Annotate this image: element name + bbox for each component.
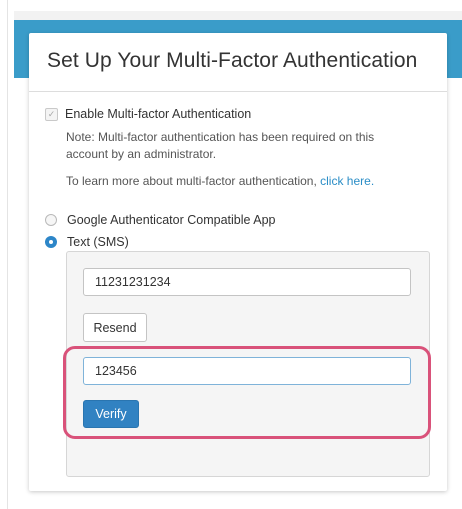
resend-button[interactable]: Resend [83,313,147,342]
enable-mfa-checkbox[interactable]: ✓ [45,107,58,121]
window-left-edge [7,0,8,509]
click-here-link[interactable]: click here. [320,174,374,188]
sms-verification-box: Resend Verify [66,251,430,477]
verify-button[interactable]: Verify [83,400,139,428]
required-note: Note: Multi-factor authentication has be… [66,130,375,161]
window-top-edge [14,11,462,20]
authenticator-label: Google Authenticator Compatible App [67,213,276,227]
enable-mfa-label: Enable Multi-factor Authentication [65,107,252,121]
method-option-sms[interactable]: Text (SMS) [45,234,129,250]
phone-number-input[interactable] [83,268,411,296]
page-title: Set Up Your Multi-Factor Authentication [47,49,418,72]
authenticator-radio[interactable] [45,214,57,226]
sms-label: Text (SMS) [67,235,129,249]
verification-code-input[interactable] [83,357,411,385]
panel-header: Set Up Your Multi-Factor Authentication [29,33,447,92]
learn-more-prefix: To learn more about multi-factor authent… [66,174,321,188]
learn-more-text: To learn more about multi-factor authent… [66,174,374,188]
enable-mfa-row: ✓ Enable Multi-factor Authentication [45,106,251,122]
method-option-authenticator[interactable]: Google Authenticator Compatible App [45,212,275,228]
sms-radio[interactable] [45,236,57,248]
mfa-setup-panel: Set Up Your Multi-Factor Authentication … [29,33,447,491]
screenshot-frame: Set Up Your Multi-Factor Authentication … [0,0,462,509]
